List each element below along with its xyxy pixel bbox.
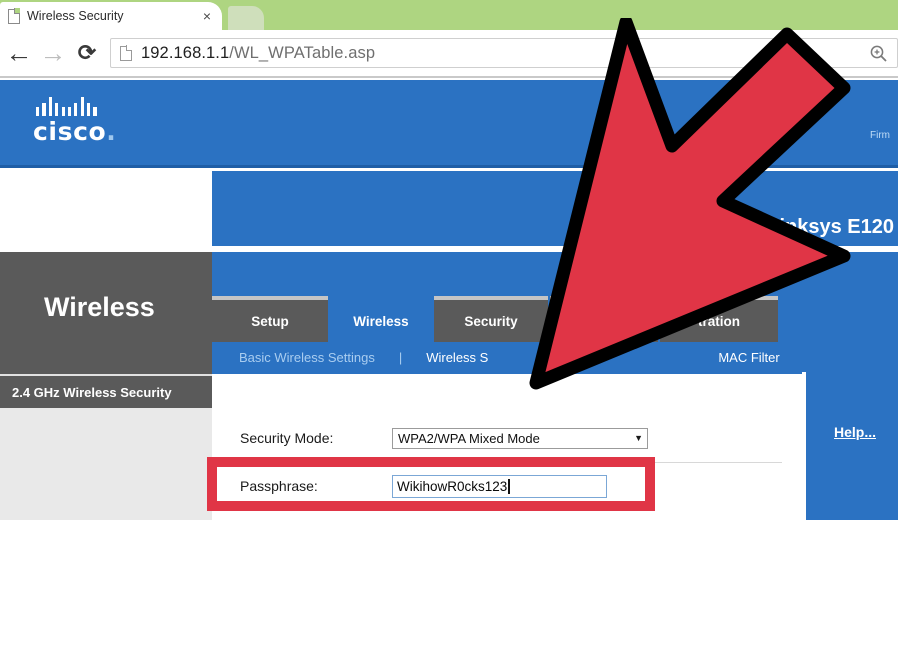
cisco-logo: cisco.: [33, 94, 143, 144]
nav-tabs: Setup Wireless Security tration: [212, 296, 778, 342]
tab-title: Wireless Security: [27, 9, 124, 23]
passphrase-input[interactable]: WikihowR0cks123: [392, 474, 607, 498]
section-title-block: Wireless: [0, 252, 212, 374]
settings-content-card: Security Mode: WPA2/WPA Mixed Mode ▼ Pas…: [212, 372, 802, 520]
passphrase-label: Passphrase:: [240, 478, 318, 494]
cisco-header-band: cisco. Firm: [0, 80, 898, 168]
router-model-name: Linksys E120: [767, 216, 894, 238]
passphrase-row: Passphrase: WikihowR0cks123: [212, 462, 802, 510]
section-title: Wireless: [44, 292, 155, 322]
tab-administration-label: tration: [698, 313, 740, 329]
text-caret: [508, 478, 510, 494]
subnav-basic-wireless-settings[interactable]: Basic Wireless Settings: [239, 350, 375, 365]
reload-icon[interactable]: ⟳: [70, 33, 104, 73]
browser-toolbar: ← → ⟳ 192.168.1.1/WL_WPATable.asp: [0, 30, 898, 78]
left-panel-body: [0, 408, 212, 520]
url-text: 192.168.1.1/WL_WPATable.asp: [141, 44, 865, 63]
page-icon: [8, 8, 21, 24]
subnav-wireless-security[interactable]: Wireless S: [426, 350, 488, 365]
cisco-logo-bars: [36, 94, 143, 116]
tab-access-restrictions[interactable]: [550, 296, 658, 342]
nav-tab-strip: Setup Wireless Security tration: [212, 252, 898, 342]
tab-administration[interactable]: tration: [660, 296, 778, 342]
cisco-wordmark: cisco.: [33, 119, 143, 144]
security-mode-row: Security Mode: WPA2/WPA Mixed Mode ▼: [212, 414, 802, 462]
subnav-mac-filter[interactable]: MAC Filter: [718, 350, 779, 365]
chevron-down-icon: ▼: [634, 433, 643, 443]
address-bar[interactable]: 192.168.1.1/WL_WPATable.asp: [110, 38, 898, 68]
page-info-icon[interactable]: [120, 45, 133, 61]
url-host: 192.168.1.1: [141, 43, 230, 62]
browser-tabstrip: Wireless Security ×: [0, 0, 898, 30]
subnav-separator: |: [398, 349, 403, 365]
security-mode-label: Security Mode:: [240, 430, 334, 446]
tab-setup-label: Setup: [251, 313, 289, 329]
sub-navigation: Basic Wireless Settings | Wireless S MAC…: [212, 342, 898, 372]
tab-wireless[interactable]: Wireless: [330, 296, 432, 342]
left-panel-header: 2.4 GHz Wireless Security: [0, 374, 212, 408]
close-icon[interactable]: ×: [200, 9, 214, 23]
back-icon[interactable]: ←: [2, 33, 36, 73]
tab-security[interactable]: Security: [434, 296, 548, 342]
model-band: Linksys E120: [212, 171, 898, 246]
tab-setup[interactable]: Setup: [212, 296, 328, 342]
firmware-label: Firm: [870, 130, 890, 141]
router-admin-page: cisco. Firm Linksys E120 Wireless Setup …: [0, 80, 898, 520]
zoom-in-icon[interactable]: [865, 40, 891, 66]
url-path: /WL_WPATable.asp: [229, 43, 376, 62]
cisco-wordmark-dot: .: [106, 117, 117, 146]
passphrase-value: WikihowR0cks123: [397, 478, 508, 494]
left-panel-title: 2.4 GHz Wireless Security: [12, 384, 172, 400]
forward-icon[interactable]: →: [36, 33, 70, 73]
help-rail: Help...: [806, 372, 898, 520]
tab-wireless-label: Wireless: [353, 313, 409, 329]
tab-security-label: Security: [464, 313, 518, 329]
cisco-wordmark-text: cisco: [33, 117, 107, 146]
screenshot-root: Wireless Security × ← → ⟳ 192.168.1.1/WL…: [0, 0, 898, 648]
browser-tab[interactable]: Wireless Security ×: [0, 2, 222, 30]
new-tab-button[interactable]: [228, 6, 264, 30]
security-mode-value: WPA2/WPA Mixed Mode: [398, 430, 540, 446]
help-link[interactable]: Help...: [834, 424, 876, 440]
security-mode-select[interactable]: WPA2/WPA Mixed Mode ▼: [392, 427, 648, 449]
